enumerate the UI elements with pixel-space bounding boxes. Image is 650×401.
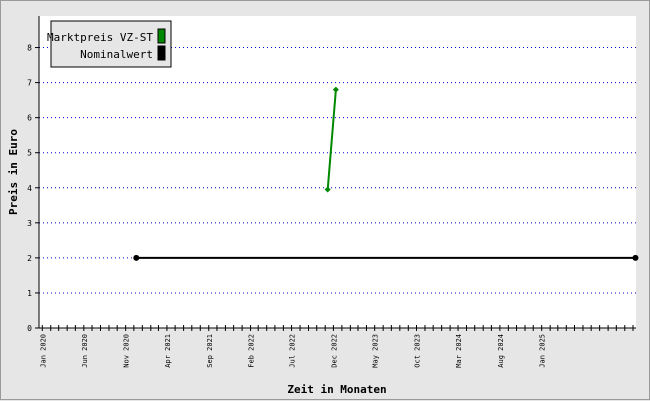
y-tick-label: 8	[27, 44, 32, 53]
legend-swatch-marktpreis	[157, 28, 166, 44]
x-tick-label: Jan 2020	[39, 334, 47, 368]
series-point-1	[133, 254, 140, 261]
x-tick-label: Apr 2021	[164, 334, 172, 368]
x-tick-label: Feb 2022	[248, 334, 256, 368]
chart-svg: 0 1 2 3 4 5 6 7 8 Jan 2020 Jun 2020 Nov 2020 Apr 202…	[7, 16, 639, 396]
x-tick-label: Mar 2024	[455, 334, 463, 368]
y-tick-label: 2	[27, 254, 32, 263]
x-tick-label: May 2023	[372, 334, 380, 368]
y-tick-label: 3	[27, 219, 32, 228]
y-tick-label: 7	[27, 79, 32, 88]
legend-label-nominalwert: Nominalwert	[80, 48, 153, 61]
x-tick-label: Jun 2020	[81, 334, 89, 368]
y-tick-label: 0	[27, 324, 32, 333]
x-tick-label: Jul 2022	[289, 334, 297, 368]
x-tick-label: Jan 2025	[539, 334, 547, 368]
x-axis-title: Zeit in Monaten	[287, 383, 386, 396]
series-point-1	[632, 254, 639, 261]
legend-swatch-nominalwert	[157, 45, 166, 61]
y-tick-label: 1	[27, 289, 32, 298]
legend-label-marktpreis: Marktpreis VZ-ST	[47, 31, 153, 44]
x-tick-label: Nov 2020	[123, 334, 131, 368]
y-tick-label: 4	[27, 184, 32, 193]
x-tick-label: Sep 2021	[206, 334, 214, 368]
y-tick-label: 5	[27, 149, 32, 158]
chart-frame: 0 1 2 3 4 5 6 7 8 Jan 2020 Jun 2020 Nov 2020 Apr 202…	[0, 0, 650, 400]
y-axis-title: Preis in Euro	[7, 129, 20, 215]
x-tick-label: Oct 2023	[413, 334, 421, 368]
legend: Marktpreis VZ-ST Nominalwert	[47, 20, 172, 68]
y-tick-label: 6	[27, 114, 32, 123]
x-tick-label: Dec 2022	[330, 334, 338, 368]
x-tick-label: Aug 2024	[497, 334, 505, 368]
